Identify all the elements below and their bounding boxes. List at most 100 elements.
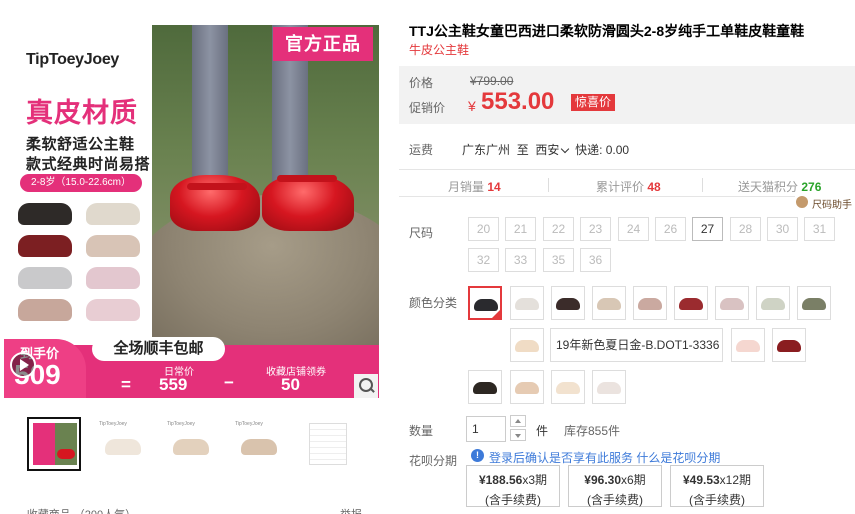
shoe-thumbnail-icon (679, 298, 703, 310)
headline: 真皮材质 (26, 98, 138, 128)
color-swatch-1[interactable] (468, 286, 502, 320)
size-option-28[interactable]: 28 (730, 217, 761, 241)
installment-fee-note: (含手续费) (689, 493, 745, 507)
coupon-value: 50 (281, 375, 300, 394)
shoe-thumbnail-icon (597, 382, 621, 394)
size-option-24[interactable]: 24 (618, 217, 649, 241)
quantity-input[interactable]: 1 (466, 416, 506, 442)
zoom-magnifier-icon[interactable] (354, 374, 378, 398)
color-option-text[interactable]: 19年新色夏日金-B.DOT1-3336 (550, 328, 723, 362)
color-swatch-5[interactable] (633, 286, 667, 320)
size-option-23[interactable]: 23 (580, 217, 611, 241)
size-option-21[interactable]: 21 (505, 217, 536, 241)
installment-amount: ¥188.56x3期 (478, 473, 548, 487)
color-swatch-10[interactable] (510, 328, 544, 362)
shoe-thumbnail-icon (556, 298, 580, 310)
thumbnail-2[interactable]: TipToeyJoey (95, 417, 149, 471)
color-swatch-8[interactable] (756, 286, 790, 320)
equals-sign: = (121, 375, 131, 394)
installment-plan-1[interactable]: ¥188.56x3期 (含手续费) (466, 465, 560, 507)
divider (399, 169, 855, 170)
installment-plan-2[interactable]: ¥96.30x6期 (含手续费) (568, 465, 662, 507)
size-option-36[interactable]: 36 (580, 248, 611, 272)
brand-logo: TipToeyJoey (26, 51, 120, 68)
product-subtitle: 牛皮公主鞋 (409, 43, 470, 57)
review-count[interactable]: 累计评价 48 (596, 178, 661, 195)
color-swatch-14[interactable] (510, 370, 544, 404)
shoe-thumbnail-icon (802, 298, 826, 310)
quantity-increase-button[interactable] (510, 415, 526, 427)
currency-symbol: ¥ (468, 98, 476, 114)
sub-line-1: 柔软舒适公主鞋 (26, 136, 135, 153)
shoe-thumbnail-icon (515, 298, 539, 310)
stat-divider-2 (702, 178, 703, 192)
product-title: TTJ公主鞋女童巴西进口柔软防滑圆头2-8岁纯手工单鞋皮鞋童鞋 (409, 23, 805, 39)
shoe-thumbnail-icon (515, 340, 539, 352)
promo-price-label: 促销价 (409, 101, 446, 115)
age-pill: 2-8岁（15.0-22.6cm） (20, 174, 142, 192)
favorite-link[interactable]: · 收藏商品 （200人气） (20, 506, 136, 514)
color-swatch-6[interactable] (674, 286, 708, 320)
promo-panel: TipToeyJoey 真皮材质 柔软舒适公主鞋 款式经典时尚易搭 2-8岁（1… (4, 25, 152, 345)
shipping-fee: 快递: 0.00 (575, 143, 630, 157)
orig-price: ¥799.00 (470, 74, 514, 88)
shoe-thumbnail-icon (597, 298, 621, 310)
thumbnail-strip: TipToeyJoey TipToeyJoey TipToeyJoey (27, 417, 367, 473)
installment-amount: ¥96.30x6期 (584, 473, 646, 487)
size-label: 尺码 (409, 226, 434, 240)
installment-amount: ¥49.53x12期 (682, 473, 752, 487)
size-helper-link[interactable]: 尺码助手 (812, 196, 852, 211)
chevron-down-icon (561, 144, 570, 154)
installment-note[interactable]: 登录后确认是否享有此服务 什么是花呗分期 (489, 449, 720, 466)
color-swatch-9[interactable] (797, 286, 831, 320)
size-option-35[interactable]: 35 (543, 248, 574, 272)
color-swatch-11[interactable] (731, 328, 765, 362)
quantity-label: 数量 (409, 424, 434, 438)
main-product-image[interactable]: TipToeyJoey 真皮材质 柔软舒适公主鞋 款式经典时尚易搭 2-8岁（1… (4, 25, 379, 398)
price-panel (399, 66, 855, 124)
installment-fee-note: (含手续费) (485, 493, 541, 507)
shoe-thumbnail-icon (556, 382, 580, 394)
shipping-info: 广东广州 至 西安 快递: 0.00 (462, 141, 629, 158)
color-swatch-12[interactable] (772, 328, 806, 362)
monthly-sales: 月销量 14 (448, 180, 501, 194)
report-link[interactable]: 举报 (340, 506, 362, 514)
color-swatch-4[interactable] (592, 286, 626, 320)
product-photo (152, 25, 379, 345)
size-option-27[interactable]: 27 (692, 217, 723, 241)
thumbnail-4[interactable]: TipToeyJoey (231, 417, 285, 471)
thumbnail-5[interactable] (299, 417, 353, 471)
stat-divider-1 (548, 178, 549, 192)
tmall-points: 送天猫积分 276 (738, 180, 822, 194)
divider-2 (399, 196, 795, 197)
ship-to-city-select[interactable]: 西安 (535, 143, 570, 157)
color-swatch-3[interactable] (551, 286, 585, 320)
installment-fee-note: (含手续费) (587, 493, 643, 507)
shoe-thumbnail-icon (473, 382, 497, 394)
color-swatch-2[interactable] (510, 286, 544, 320)
installment-plan-3[interactable]: ¥49.53x12期 (含手续费) (670, 465, 764, 507)
official-badge: 官方正品 (273, 27, 373, 61)
shoe-thumbnail-icon (638, 298, 662, 310)
size-option-30[interactable]: 30 (767, 217, 798, 241)
size-option-20[interactable]: 20 (468, 217, 499, 241)
color-swatch-7[interactable] (715, 286, 749, 320)
regular-price-value: 559 (159, 375, 188, 394)
quantity-decrease-button[interactable] (510, 429, 526, 441)
color-swatch-16[interactable] (592, 370, 626, 404)
size-option-22[interactable]: 22 (543, 217, 574, 241)
color-swatch-13[interactable] (468, 370, 502, 404)
shoe-thumbnail-icon (736, 340, 760, 352)
color-swatch-15[interactable] (551, 370, 585, 404)
ship-to-word: 至 (516, 143, 529, 157)
size-option-33[interactable]: 33 (505, 248, 536, 272)
size-option-26[interactable]: 26 (655, 217, 686, 241)
size-option-32[interactable]: 32 (468, 248, 499, 272)
installment-periods: x6期 (621, 473, 646, 487)
thumbnail-1[interactable] (27, 417, 81, 471)
play-video-icon[interactable] (10, 352, 36, 378)
thumbnail-3[interactable]: TipToeyJoey (163, 417, 217, 471)
orig-price-label: 价格 (409, 76, 434, 90)
size-option-31[interactable]: 31 (804, 217, 835, 241)
installment-periods: x12期 (719, 473, 752, 487)
